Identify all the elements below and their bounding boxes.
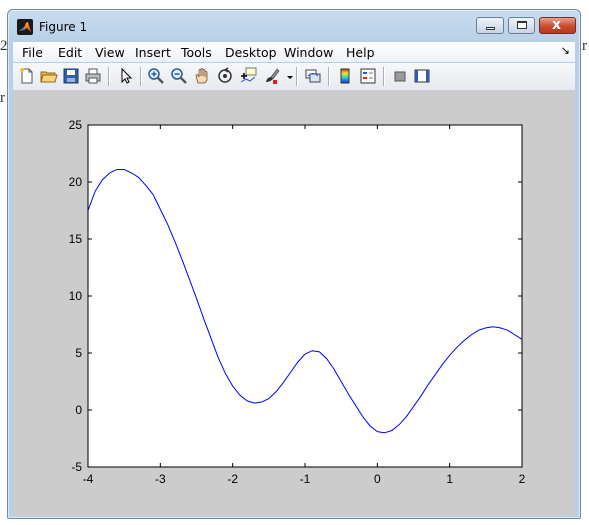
y-tick-label: 20 bbox=[69, 175, 83, 189]
hide-plot-tools-icon[interactable] bbox=[391, 67, 409, 85]
show-plot-tools-icon[interactable] bbox=[413, 67, 431, 85]
open-file-icon[interactable] bbox=[40, 67, 58, 85]
background-text-fragment: r bbox=[0, 90, 5, 106]
menu-desktop[interactable]: Desktop bbox=[225, 45, 277, 60]
minimize-button[interactable] bbox=[476, 17, 504, 34]
menu-help[interactable]: Help bbox=[346, 45, 375, 60]
toolbar-separator bbox=[108, 67, 110, 86]
menu-view[interactable]: View bbox=[95, 45, 125, 60]
minimize-icon bbox=[486, 27, 495, 30]
x-tick-label: -3 bbox=[155, 472, 166, 486]
x-tick-label: -2 bbox=[227, 472, 238, 486]
x-tick-label: -1 bbox=[300, 472, 311, 486]
new-figure-icon[interactable] bbox=[18, 67, 36, 85]
menu-overflow-icon[interactable]: ↘ bbox=[561, 44, 570, 57]
y-tick-label: 0 bbox=[75, 403, 82, 417]
x-tick-label: -4 bbox=[83, 472, 94, 486]
background-text-fragment: r bbox=[582, 38, 587, 54]
y-tick-label: 5 bbox=[75, 346, 82, 360]
y-tick-label: 25 bbox=[69, 118, 83, 132]
toolbar-separator bbox=[296, 67, 298, 86]
figure-canvas: -4 -3 -2 -1 0 1 2 -5 0 5 10 15 20 25 bbox=[13, 91, 575, 516]
pointer-arrow-icon[interactable] bbox=[117, 67, 135, 85]
x-tick-label: 1 bbox=[446, 472, 453, 486]
x-tick-label: 0 bbox=[374, 472, 381, 486]
colorbar-icon[interactable] bbox=[336, 67, 354, 85]
data-cursor-icon[interactable] bbox=[239, 67, 257, 85]
brush-icon[interactable] bbox=[263, 67, 281, 85]
title-bar[interactable]: Figure 1 x bbox=[8, 10, 580, 42]
legend-icon[interactable] bbox=[359, 67, 377, 85]
menu-file[interactable]: File bbox=[22, 45, 43, 60]
close-button[interactable]: x bbox=[539, 17, 576, 34]
matlab-logo-icon bbox=[17, 19, 33, 35]
axes-background bbox=[88, 125, 522, 467]
y-tick-label: 10 bbox=[69, 289, 83, 303]
link-plot-icon[interactable] bbox=[304, 67, 322, 85]
menu-tools[interactable]: Tools bbox=[181, 45, 212, 60]
x-tick-label: 2 bbox=[519, 472, 526, 486]
figure-window: Figure 1 x File Edit View Insert Tools D… bbox=[7, 9, 581, 519]
print-icon[interactable] bbox=[84, 67, 102, 85]
toolbar-separator bbox=[383, 67, 385, 86]
menu-edit[interactable]: Edit bbox=[58, 45, 82, 60]
toolbar-separator bbox=[328, 67, 330, 86]
line-plot[interactable]: -4 -3 -2 -1 0 1 2 -5 0 5 10 15 20 25 bbox=[13, 91, 575, 516]
brush-dropdown-icon[interactable] bbox=[281, 67, 293, 85]
maximize-icon bbox=[517, 21, 527, 29]
menu-bar: File Edit View Insert Tools Desktop Wind… bbox=[13, 42, 575, 62]
toolbar bbox=[13, 63, 575, 91]
rotate-3d-icon[interactable] bbox=[216, 67, 234, 85]
close-icon: x bbox=[552, 17, 562, 33]
maximize-button[interactable] bbox=[508, 17, 535, 34]
zoom-in-icon[interactable] bbox=[147, 67, 165, 85]
zoom-out-icon[interactable] bbox=[170, 67, 188, 85]
menu-insert[interactable]: Insert bbox=[135, 45, 171, 60]
window-title: Figure 1 bbox=[39, 20, 88, 34]
menu-window[interactable]: Window bbox=[284, 45, 333, 60]
pan-hand-icon[interactable] bbox=[193, 67, 211, 85]
y-tick-label: 15 bbox=[69, 232, 83, 246]
toolbar-separator bbox=[140, 67, 142, 86]
save-icon[interactable] bbox=[62, 67, 80, 85]
y-tick-label: -5 bbox=[71, 460, 82, 474]
